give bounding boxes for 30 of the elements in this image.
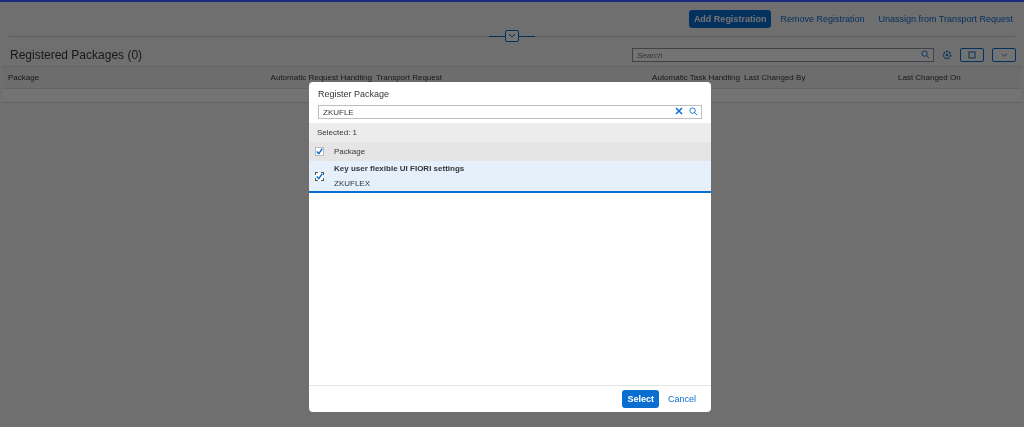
chevron-down-icon	[508, 33, 516, 39]
column-header: Automatic Task Handling	[651, 73, 740, 82]
search-field[interactable]: ZKUFLE	[318, 105, 702, 119]
toolbar-button[interactable]: Add Registration	[688, 10, 772, 28]
dialog-button[interactable]: Select	[622, 390, 659, 408]
table-title: Registered Packages (0)	[10, 48, 144, 62]
dropdown-button[interactable]	[992, 48, 1016, 62]
search-icon[interactable]	[689, 107, 698, 116]
column-header: Package	[334, 147, 366, 156]
column-header: Last Changed On	[898, 73, 962, 82]
item-subtitle: ZKUFLEX	[334, 179, 371, 188]
search-icon[interactable]	[921, 50, 930, 59]
item-title: Key user flexible UI FIORI settings	[334, 164, 465, 173]
dialog-button[interactable]: Cancel	[663, 390, 701, 408]
checkbox[interactable]	[315, 171, 324, 181]
chevron-down-icon	[1000, 52, 1008, 58]
toolbar-button[interactable]: Unassign from Transport Request	[873, 10, 1018, 28]
collapse-button[interactable]	[505, 30, 519, 42]
column-header: Package	[8, 73, 41, 82]
column-header: Last Changed By	[744, 73, 807, 82]
settings-icon[interactable]	[942, 50, 952, 60]
selection-count: Selected: 1	[309, 123, 711, 142]
clear-icon[interactable]	[675, 107, 683, 116]
column-header: Transport Request	[376, 73, 443, 82]
dialog-title: Register Package	[317, 88, 391, 101]
toolbar-button[interactable]: Remove Registration	[775, 10, 870, 28]
column-header: Automatic Request Handling	[269, 73, 372, 82]
checkbox[interactable]	[315, 147, 324, 156]
list-item[interactable]: Key user flexible UI FIORI settings ZKUFLEX	[309, 161, 711, 193]
export-button[interactable]	[960, 48, 984, 62]
